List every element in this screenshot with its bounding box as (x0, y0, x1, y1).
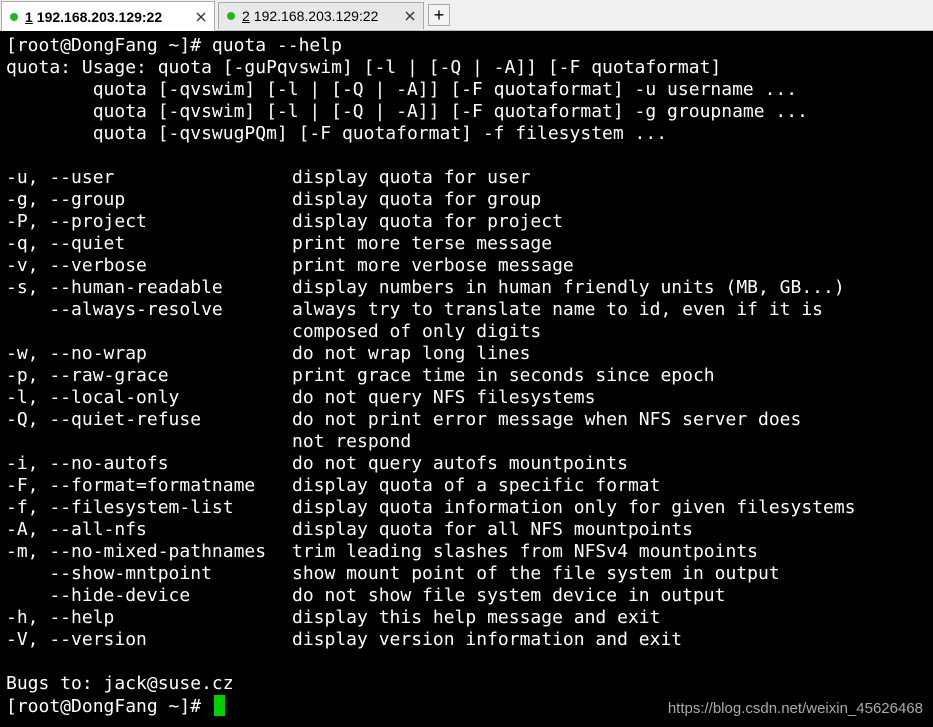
option-description: display quota for project (292, 211, 563, 232)
option-flag: -l, --local-only (6, 387, 180, 408)
option-description: print more terse message (292, 233, 553, 254)
option-row: -w, --no-wrap do not wrap long lines (6, 343, 933, 365)
option-description: display quota for user (292, 167, 531, 188)
tab-session-1[interactable]: 1 192.168.203.129:22 (1, 1, 215, 31)
option-flag: -v, --verbose (6, 255, 147, 276)
option-row: --hide-device do not show file system dev… (6, 585, 933, 607)
option-flag: -u, --user (6, 167, 115, 188)
option-row: -m, --no-mixed-pathnames trim leading sla… (6, 541, 933, 563)
tab-title: 192.168.203.129:22 (36, 8, 163, 25)
plus-icon: + (433, 5, 445, 25)
close-icon[interactable] (403, 9, 417, 23)
option-description: display quota for group (292, 189, 542, 210)
option-description: not respond (292, 431, 412, 452)
option-description: always try to translate name to id, even… (292, 299, 824, 320)
option-flag: -s, --human-readable (6, 277, 223, 298)
option-row: -s, --human-readable display numbers in h… (6, 277, 933, 299)
options-list: -u, --user display quota for user -g, --gr… (6, 167, 933, 651)
text-cursor (213, 695, 225, 716)
option-row: -g, --group display quota for group (6, 189, 933, 211)
option-flag: -i, --no-autofs (6, 453, 169, 474)
option-description: print more verbose message (292, 255, 574, 276)
command-line: [root@DongFang ~]# quota --help (6, 35, 342, 56)
option-description: display quota of a specific format (292, 475, 661, 496)
option-description: do not query autofs mountpoints (292, 453, 628, 474)
option-row: -p, --raw-grace print grace time in secon… (6, 365, 933, 387)
option-flag: -f, --filesystem-list (6, 497, 234, 518)
shell-prompt: [root@DongFang ~]# (6, 696, 202, 717)
option-row: --always-resolve always try to translate … (6, 299, 933, 321)
close-icon[interactable] (194, 10, 208, 24)
option-row: --show-mntpoint show mount point of the f… (6, 563, 933, 585)
option-row: -P, --project display quota for project (6, 211, 933, 233)
option-row: -V, --version display version information… (6, 629, 933, 651)
terminal-output[interactable]: [root@DongFang ~]# quota --help quota: U… (0, 31, 933, 727)
option-flag: -p, --raw-grace (6, 365, 169, 386)
connection-status-icon (10, 12, 18, 21)
option-row: -f, --filesystem-list display quota infor… (6, 497, 933, 519)
option-row: -q, --quiet print more terse message (6, 233, 933, 255)
tab-number: 2 (242, 8, 250, 24)
option-row: not respond (6, 431, 933, 453)
usage-line: quota [-qvswugPQm] [-F quotaformat] -f f… (6, 123, 668, 144)
option-description: display this help message and exit (292, 607, 661, 628)
option-description: print grace time in seconds since epoch (292, 365, 715, 386)
option-row: -l, --local-only do not query NFS filesys… (6, 387, 933, 409)
tab-session-2[interactable]: 2 192.168.203.129:22 (218, 2, 424, 29)
option-row: -Q, --quiet-refuse do not print error mes… (6, 409, 933, 431)
option-flag: --hide-device (6, 585, 191, 606)
option-flag: -w, --no-wrap (6, 343, 147, 364)
option-flag: -q, --quiet (6, 233, 126, 254)
option-row: -u, --user display quota for user (6, 167, 933, 189)
option-flag: -V, --version (6, 629, 147, 650)
option-flag: -h, --help (6, 607, 115, 628)
option-description: do not wrap long lines (292, 343, 531, 364)
option-flag: -Q, --quiet-refuse (6, 409, 202, 430)
option-description: display version information and exit (292, 629, 683, 650)
bugs-line: Bugs to: jack@suse.cz (6, 673, 234, 694)
option-description: do not query NFS filesystems (292, 387, 596, 408)
usage-line: quota [-qvswim] [-l | [-Q | -A]] [-F quo… (6, 79, 798, 100)
option-row: composed of only digits (6, 321, 933, 343)
usage-line: quota [-qvswim] [-l | [-Q | -A]] [-F quo… (6, 101, 808, 122)
option-flag: --always-resolve (6, 299, 223, 320)
usage-line: quota: Usage: quota [-guPqvswim] [-l | [… (6, 57, 722, 78)
option-description: trim leading slashes from NFSv4 mountpoi… (292, 541, 758, 562)
option-row: -i, --no-autofs do not query autofs mount… (6, 453, 933, 475)
option-description: display quota information only for given… (292, 497, 856, 518)
option-row: -F, --format=formatname display quota of … (6, 475, 933, 497)
new-tab-button[interactable]: + (428, 4, 450, 26)
option-flag: -A, --all-nfs (6, 519, 147, 540)
option-flag: --show-mntpoint (6, 563, 212, 584)
tab-title: 192.168.203.129:22 (253, 8, 379, 24)
option-description: do not show file system device in output (292, 585, 726, 606)
watermark: https://blog.csdn.net/weixin_45626468 (667, 700, 923, 717)
option-row: -h, --help display this help message and … (6, 607, 933, 629)
option-description: show mount point of the file system in o… (292, 563, 780, 584)
connection-status-icon (227, 12, 235, 20)
option-description: display numbers in human friendly units … (292, 277, 845, 298)
option-row: -A, --all-nfs display quota for all NFS m… (6, 519, 933, 541)
option-flag: -P, --project (6, 211, 147, 232)
option-description: composed of only digits (292, 321, 542, 342)
option-flag: -m, --no-mixed-pathnames (6, 541, 267, 562)
option-description: do not print error message when NFS serv… (292, 409, 802, 430)
option-flag: -g, --group (6, 189, 126, 210)
option-row: -v, --verbose print more verbose message (6, 255, 933, 277)
option-description: display quota for all NFS mountpoints (292, 519, 693, 540)
option-flag: -F, --format=formatname (6, 475, 256, 496)
tab-bar: 1 192.168.203.129:22 2 192.168.203.129:2… (0, 0, 933, 31)
tab-number: 1 (25, 8, 33, 25)
